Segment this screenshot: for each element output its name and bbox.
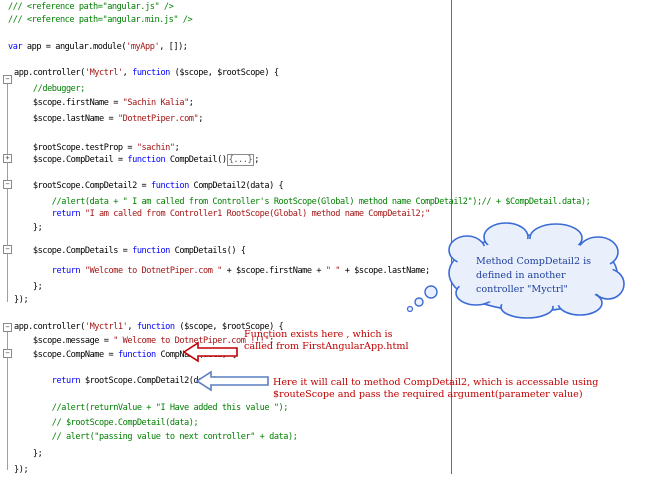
code-line[interactable]: // $rootScope.CompDetail(data); <box>14 417 199 430</box>
code-line[interactable]: $scope.lastName = "DotnetPiper.com"; <box>14 113 204 126</box>
fold-guide-line <box>7 84 8 302</box>
code-token: function <box>132 246 170 256</box>
code-token: ; <box>174 143 180 153</box>
code-token: "Sachin Kalia" <box>122 98 190 108</box>
code-token: 'Myctrl' <box>84 68 123 78</box>
function-note: Function exists here , which is called f… <box>244 329 409 352</box>
code-line[interactable]: return "I am called from Controller1 Roo… <box>14 208 430 221</box>
code-token: $scope.firstName = <box>14 98 123 108</box>
code-line[interactable]: /// <reference path="angular.min.js" /> <box>8 14 193 27</box>
code-token: }); <box>14 295 29 305</box>
collapse-toggle-icon[interactable]: − <box>3 323 12 332</box>
bubble-note: Method CompDetail2 is defined in another… <box>476 256 592 295</box>
code-token: $scope.lastName = <box>14 114 118 124</box>
collapse-toggle-icon[interactable]: − <box>3 349 12 358</box>
code-token: + $scope.firstName + <box>221 266 326 276</box>
code-token: , <box>127 322 137 332</box>
collapsed-region[interactable]: {...} <box>226 154 255 166</box>
code-token: // $rootScope.CompDetail(data); <box>14 418 199 428</box>
code-token: ; <box>188 98 194 108</box>
code-token: ($scope, $rootScope) { <box>169 68 279 78</box>
editor-margin-guide <box>451 0 452 474</box>
code-line[interactable]: }; <box>14 281 43 294</box>
code-token: CompDetail() <box>165 155 227 165</box>
code-token: function <box>132 68 170 78</box>
code-token: 'myApp' <box>126 42 160 52</box>
code-line[interactable]: return "Welcome to DotnetPiper.com " + $… <box>14 265 430 278</box>
call-note: Here it will call to method CompDetail2,… <box>273 377 599 400</box>
code-line[interactable]: $scope.CompDetail = function CompDetail(… <box>14 154 259 167</box>
code-token: ; <box>198 114 203 124</box>
code-token: $scope.message = <box>14 336 114 346</box>
collapse-toggle-icon[interactable]: − <box>3 180 12 189</box>
code-token: }; <box>14 282 43 292</box>
code-line[interactable]: var app = angular.module('myApp', []); <box>8 41 188 54</box>
code-editor[interactable]: /// <reference path="angular.js" /> /// <… <box>0 0 645 477</box>
code-token: /// <reference path="angular.js" /> <box>8 2 174 12</box>
code-token: $scope.CompDetails = <box>14 246 133 256</box>
code-line[interactable]: }; <box>14 448 43 461</box>
code-token: app = angular.module( <box>22 42 127 52</box>
collapse-toggle-icon[interactable]: − <box>3 75 12 84</box>
code-token: return <box>51 209 81 219</box>
expand-toggle-icon[interactable]: + <box>3 154 12 163</box>
code-line[interactable]: app.controller('Myctrl1', function ($sco… <box>14 321 284 334</box>
code-line[interactable]: //debugger; <box>14 83 85 96</box>
code-token: //alert(returnValue + "I Have added this… <box>14 403 289 413</box>
code-token: }; <box>14 223 43 233</box>
code-token: function <box>151 181 189 191</box>
code-token: $scope.CompDetail = <box>14 155 128 165</box>
code-token: return <box>51 376 81 386</box>
code-token: return <box>51 266 81 276</box>
code-line[interactable]: $scope.firstName = "Sachin Kalia"; <box>14 97 194 110</box>
code-line[interactable]: /// <reference path="angular.js" /> <box>8 1 174 14</box>
code-token: }; <box>14 449 43 459</box>
collapse-toggle-icon[interactable]: − <box>3 245 12 254</box>
code-line[interactable]: $scope.CompDetails = function CompDetail… <box>14 245 246 258</box>
code-token: // alert("passing value to next controll… <box>14 432 298 442</box>
code-line[interactable]: }; <box>14 222 43 235</box>
code-token: + $scope.lastName; <box>339 266 430 276</box>
code-line[interactable]: $scope.message = " Welcome to DotnetPipe… <box>14 335 274 348</box>
code-line[interactable]: }); <box>14 294 29 307</box>
code-token: "I am called from Controller1 RootScope(… <box>84 209 430 219</box>
code-token: function <box>136 322 175 332</box>
code-line[interactable]: $scope.CompName = function CompName(data… <box>14 349 237 362</box>
code-token: function <box>117 350 156 360</box>
code-token: , []); <box>159 42 188 52</box>
code-token: "Welcome to DotnetPiper.com " <box>84 266 222 276</box>
code-token: "sachin" <box>136 143 175 153</box>
code-token: $rootScope.testProp = <box>14 143 137 153</box>
code-token: app.controller( <box>14 322 85 332</box>
code-token: $rootScope.CompDetail2 = <box>14 181 151 191</box>
code-token: CompName(data) { <box>155 350 237 360</box>
code-token: function <box>127 155 166 165</box>
code-token: /// <reference path="angular.min.js" /> <box>8 15 193 25</box>
code-token: $scope.CompName = <box>14 350 118 360</box>
code-line[interactable]: //alert(returnValue + "I Have added this… <box>14 402 289 415</box>
code-token: 'Myctrl1' <box>84 322 128 332</box>
code-line[interactable]: $rootScope.CompDetail2 = function CompDe… <box>14 180 284 193</box>
code-token: CompDetails() { <box>169 246 246 256</box>
code-line[interactable]: // alert("passing value to next controll… <box>14 431 298 444</box>
code-token: ; <box>254 155 259 165</box>
code-token: CompDetail2(data) { <box>188 181 284 191</box>
code-token: " " <box>325 266 341 276</box>
code-token: app.controller( <box>14 68 85 78</box>
code-token: var <box>8 42 23 52</box>
code-line[interactable]: return $rootScope.CompDetail2(data); <box>14 375 223 388</box>
code-token: $rootScope.CompDetail2(data); <box>80 376 222 386</box>
code-token: , <box>122 68 133 78</box>
code-token: //debugger; <box>14 84 85 94</box>
code-token: "DotnetPiper.com" <box>117 114 199 124</box>
code-line[interactable]: app.controller('Myctrl', function ($scop… <box>14 67 279 80</box>
code-token: //alert(data + " I am called from Contro… <box>14 197 591 207</box>
code-line[interactable]: }); <box>14 464 29 477</box>
